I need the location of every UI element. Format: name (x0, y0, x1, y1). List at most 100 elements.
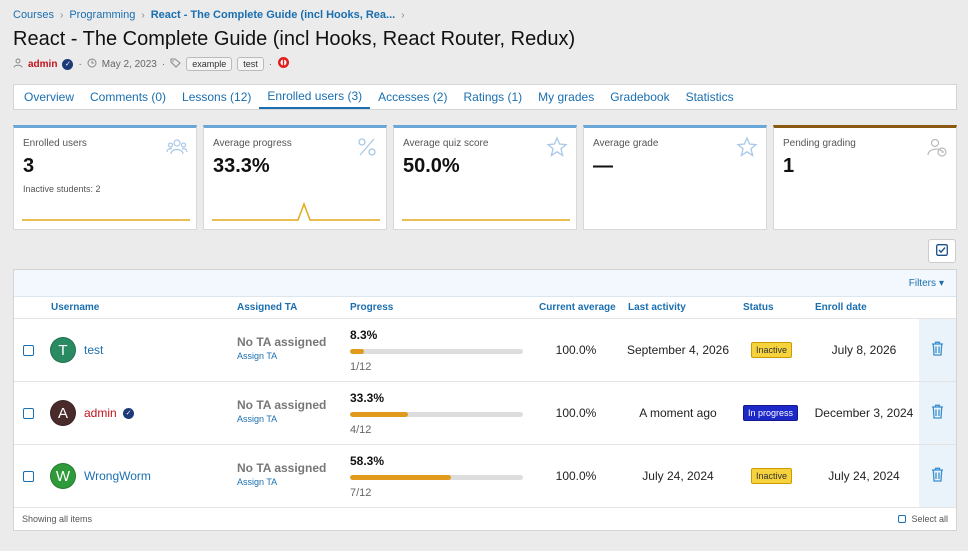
header-assigned-ta[interactable]: Assigned TA (237, 302, 297, 313)
assign-ta-link[interactable]: Assign TA (237, 351, 326, 361)
username-link[interactable]: admin (84, 406, 117, 420)
filters-button[interactable]: Filters (909, 278, 936, 289)
users-icon (166, 136, 188, 158)
breadcrumb-courses[interactable]: Courses (13, 9, 54, 21)
filters-bar: Filters ▾ (14, 270, 956, 297)
card-label: Average grade (593, 138, 659, 149)
trash-icon (931, 404, 944, 422)
delete-button[interactable] (919, 382, 956, 444)
header-username[interactable]: Username (51, 302, 99, 313)
header-progress[interactable]: Progress (350, 302, 393, 313)
header-last-activity[interactable]: Last activity (628, 302, 686, 313)
tab-my-grades[interactable]: My grades (530, 85, 602, 109)
last-activity: July 24, 2024 (642, 469, 714, 483)
progress-cell: 33.3% 4/12 (350, 391, 523, 436)
select-all[interactable]: Select all (898, 514, 948, 524)
card-value: 1 (783, 155, 795, 177)
delete-button[interactable] (919, 319, 956, 381)
progress-fraction: 7/12 (350, 487, 372, 499)
user-icon (13, 58, 23, 71)
verified-icon: ✓ (123, 407, 134, 419)
tab-comments[interactable]: Comments (0) (82, 85, 174, 109)
tab-accesses[interactable]: Accesses (2) (370, 85, 455, 109)
delete-button[interactable] (919, 445, 956, 507)
row-checkbox[interactable] (23, 470, 34, 482)
row-checkbox[interactable] (23, 407, 34, 419)
card-value: 3 (23, 155, 35, 177)
card-label: Average quiz score (403, 138, 489, 149)
tab-gradebook[interactable]: Gradebook (602, 85, 677, 109)
header-current-average[interactable]: Current average (539, 302, 616, 313)
trash-icon (931, 467, 944, 485)
table-row: T test No TA assigned Assign TA 8.3% 1/1… (14, 319, 956, 382)
caret-down-icon: ▾ (938, 277, 944, 289)
tag-icon (170, 58, 181, 71)
last-activity: A moment ago (639, 406, 717, 420)
status-badge: Inactive (751, 468, 793, 484)
progress-percent: 33.3% (350, 391, 385, 405)
table-row: W WrongWorm No TA assigned Assign TA 58.… (14, 445, 956, 508)
ta-cell: No TA assigned Assign TA (237, 335, 326, 361)
ta-status: No TA assigned (237, 398, 327, 412)
assign-ta-link[interactable]: Assign TA (237, 477, 326, 487)
header-status[interactable]: Status (743, 302, 774, 313)
card-pending-grading: Pending grading 1 (773, 125, 957, 230)
progress-bar-fill (350, 412, 408, 417)
card-label: Enrolled users (23, 138, 87, 149)
avatar: A (50, 400, 76, 426)
tag-test[interactable]: test (237, 57, 264, 71)
tag-example[interactable]: example (186, 57, 233, 71)
card-enrolled-users: Enrolled users 3 Inactive students: 2 (13, 125, 197, 230)
progress-cell: 58.3% 7/12 (350, 454, 523, 499)
username-link[interactable]: WrongWorm (84, 469, 151, 483)
sparkline (22, 219, 190, 221)
breadcrumb-programming[interactable]: Programming (69, 9, 135, 21)
user-clock-icon (926, 136, 948, 158)
header-enroll-date[interactable]: Enroll date (815, 302, 867, 313)
username-link[interactable]: test (84, 343, 103, 357)
current-average: 100.0% (555, 343, 597, 357)
separator-dot: · (268, 58, 273, 70)
progress-percent: 8.3% (350, 328, 378, 342)
assign-ta-link[interactable]: Assign TA (237, 414, 326, 424)
sparkline (402, 219, 570, 221)
card-sub: Inactive students: 2 (23, 184, 101, 194)
card-average-grade: Average grade — (583, 125, 767, 230)
checkbox-checked-icon (936, 243, 948, 259)
ta-status: No TA assigned (237, 335, 327, 349)
chevron-right-icon: › (141, 9, 145, 21)
ta-status: No TA assigned (237, 461, 327, 475)
progress-fraction: 4/12 (350, 424, 372, 436)
card-label: Pending grading (783, 138, 856, 149)
breadcrumb-course[interactable]: React - The Complete Guide (incl Hooks, … (151, 9, 396, 21)
row-checkbox[interactable] (23, 344, 34, 356)
table-row: A admin ✓ No TA assigned Assign TA 33.3%… (14, 382, 956, 445)
author-link[interactable]: admin (28, 59, 57, 70)
showing-items: Showing all items (22, 514, 93, 524)
enrolled-users-table: Filters ▾ Username Assigned TA Progress … (13, 269, 957, 531)
tab-ratings[interactable]: Ratings (1) (455, 85, 530, 109)
select-mode-button[interactable] (928, 239, 956, 263)
card-average-quiz-score: Average quiz score 50.0% (393, 125, 577, 230)
breadcrumb: Courses › Programming › React - The Comp… (13, 9, 405, 21)
enroll-date: July 24, 2024 (828, 469, 900, 483)
current-average: 100.0% (555, 469, 597, 483)
trash-icon (931, 341, 944, 359)
tab-enrolled-users[interactable]: Enrolled users (3) (259, 85, 371, 109)
select-all-label: Select all (911, 514, 948, 524)
course-meta: admin ✓ · May 2, 2023 · example test · (13, 56, 290, 72)
card-label: Average progress (213, 138, 292, 149)
progress-bar-fill (350, 349, 365, 354)
select-all-checkbox[interactable] (898, 515, 907, 523)
progress-bar-fill (350, 475, 451, 480)
tab-lessons[interactable]: Lessons (12) (174, 85, 259, 109)
stat-cards: Enrolled users 3 Inactive students: 2 Av… (13, 125, 957, 230)
tab-statistics[interactable]: Statistics (678, 85, 742, 109)
progress-bar (350, 412, 523, 417)
page-title: React - The Complete Guide (incl Hooks, … (13, 28, 576, 50)
progress-fraction: 1/12 (350, 361, 372, 373)
tab-overview[interactable]: Overview (16, 85, 82, 109)
star-icon (736, 136, 758, 158)
ta-cell: No TA assigned Assign TA (237, 398, 326, 424)
course-date: May 2, 2023 (101, 58, 157, 70)
